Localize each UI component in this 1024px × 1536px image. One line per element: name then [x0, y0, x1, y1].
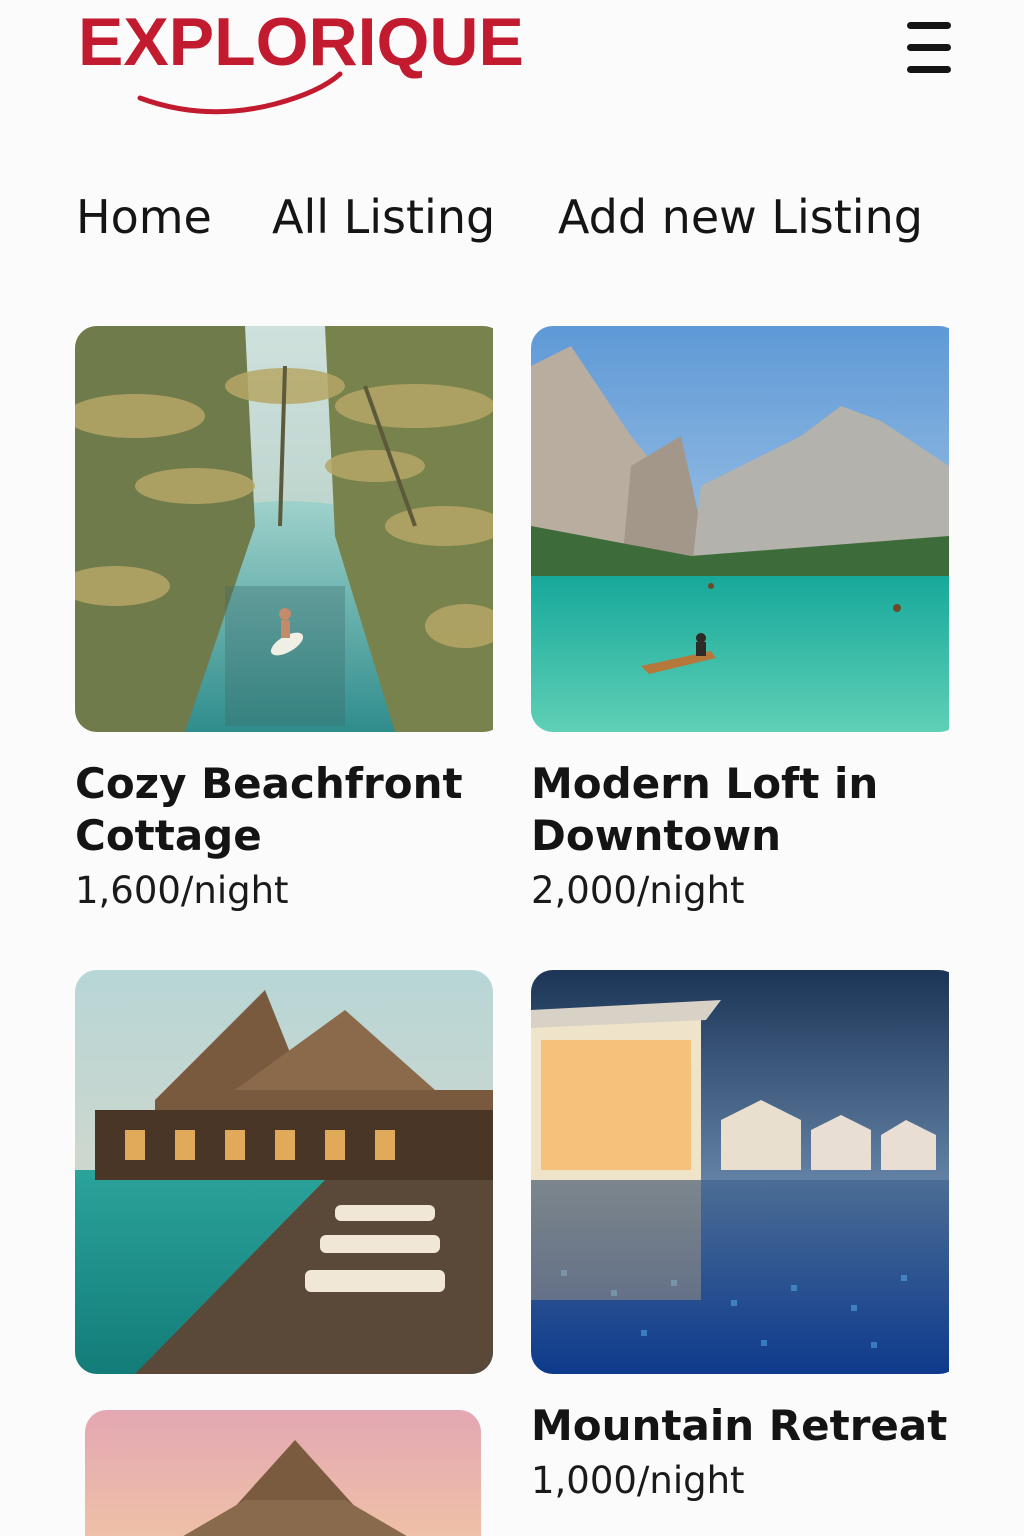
listing-price: 2,000/night	[531, 869, 745, 912]
listing-image[interactable]	[75, 326, 505, 732]
listing-card[interactable]: Modern Loft in Downtown 2,000/night	[531, 326, 961, 914]
logo-swoosh	[137, 71, 343, 115]
nav-add-listing-link[interactable]: Add new Listing	[558, 190, 923, 245]
listing-title[interactable]: Modern Loft in Downtown	[531, 758, 961, 862]
listing-image[interactable]	[531, 326, 961, 732]
listing-title[interactable]: Mountain Retreat	[531, 1400, 961, 1452]
nav-home-link[interactable]: Home	[76, 190, 212, 245]
nav-all-listing-link[interactable]: All Listing	[272, 190, 495, 245]
listing-image[interactable]	[531, 970, 961, 1374]
listing-title[interactable]: Cozy Beachfront Cottage	[75, 758, 505, 862]
listing-image[interactable]	[75, 970, 493, 1374]
app-page: EXPLORIQUE Home All Listing Add new List…	[0, 0, 1024, 1536]
listing-card[interactable]: Mountain Retreat 1,000/night	[531, 970, 961, 1504]
listing-card[interactable]	[85, 1410, 481, 1536]
listing-card[interactable]: Cozy Beachfront Cottage 1,600/night	[75, 326, 505, 914]
hamburger-menu-icon[interactable]	[905, 18, 953, 76]
listing-price: 1,600/night	[75, 869, 289, 912]
listing-card[interactable]	[75, 970, 493, 1374]
listing-price: 1,000/night	[531, 1459, 745, 1502]
listing-image[interactable]	[85, 1410, 481, 1536]
